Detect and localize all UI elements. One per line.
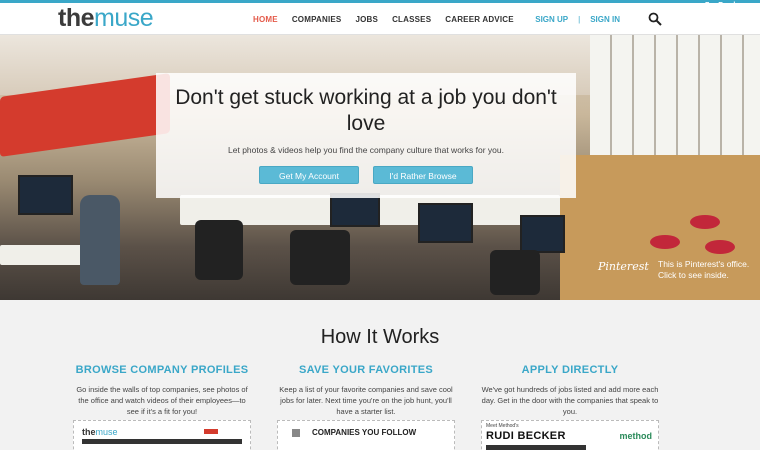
thumb-person-name: RUDI BECKER [486,430,566,442]
pinterest-logo: Pinterest [598,260,649,273]
rather-browse-button[interactable]: I'd Rather Browse [373,166,473,184]
hero-banner[interactable]: Don't get stuck working at a job you don… [0,35,760,300]
hero-bg-chair [195,220,243,280]
hero-bg-chair [290,230,350,285]
preview-profile-thumb: themuse [73,420,251,450]
site-logo[interactable]: themuse [58,4,154,32]
preview-apply-thumb: Meet Method's RUDI BECKER method [481,420,659,450]
get-my-account-button[interactable]: Get My Account [259,166,359,184]
feature-text: Keep a list of your favorite companies a… [279,385,453,416]
nav-home[interactable]: HOME [253,15,278,24]
feature-text: We've got hundreds of jobs listed and ad… [481,385,659,416]
hero-button-row: Get My Account I'd Rather Browse [156,166,576,184]
feature-heading: SAVE YOUR FAVORITES [298,364,434,376]
hero-bg-rug [705,240,735,254]
thumb-strip [486,445,586,450]
thumb-logo: themuse [82,427,118,437]
preview-favorites-thumb: COMPANIES YOU FOLLOW [277,420,455,450]
hero-overlay-card: Don't get stuck working at a job you don… [156,73,576,198]
hero-bg-monitor [418,203,473,243]
auth-separator: | [578,14,581,24]
hero-bg-monitor [330,193,380,227]
thumb-nav-bar [82,439,242,444]
hero-bg-monitor [18,175,73,215]
how-it-works-title: How It Works [320,326,440,348]
hero-bg-rug [650,235,680,249]
nav-career-advice[interactable]: CAREER ADVICE [445,15,514,24]
logo-the: the [58,4,95,32]
hero-headline: Don't get stuck working at a job you don… [175,86,557,135]
companies-you-follow-label: COMPANIES YOU FOLLOW [312,428,417,437]
thumb-meet-label: Meet Method's [486,423,519,429]
feature-save-favorites: SAVE YOUR FAVORITES Keep a list of your … [276,364,456,417]
thumb-brand-logo: method [619,431,653,441]
hero-bg-rug [690,215,720,229]
feature-text: Go inside the walls of top companies, se… [76,385,248,416]
heart-icon [292,429,300,437]
hero-bg-person [80,195,120,285]
nav-companies[interactable]: COMPANIES [292,15,342,24]
thumb-logo-the: the [82,427,96,437]
pinterest-caption[interactable]: This is Pinterest's office. Click to see… [658,259,758,281]
sign-up-link[interactable]: SIGN UP [535,15,568,24]
nav-jobs[interactable]: JOBS [355,15,378,24]
thumb-logo-muse: muse [95,427,118,437]
hero-bg-windows [590,35,760,175]
feature-heading: BROWSE COMPANY PROFILES [75,364,249,376]
thumb-red-button [204,429,218,434]
hero-bg-chair [490,250,540,295]
search-icon[interactable] [648,12,662,26]
hero-bg-monitor [520,215,565,253]
auth-links: SIGN UP | SIGN IN [535,3,620,35]
site-header: themuse HOME COMPANIES JOBS CLASSES CARE… [0,3,760,35]
nav-classes[interactable]: CLASSES [392,15,431,24]
sign-in-link[interactable]: SIGN IN [590,15,620,24]
feature-apply-directly: APPLY DIRECTLY We've got hundreds of job… [480,364,660,417]
hero-subtext: Let photos & videos help you find the co… [228,145,504,155]
feature-heading: APPLY DIRECTLY [521,364,619,376]
logo-muse: muse [94,4,154,32]
feature-browse-profiles: BROWSE COMPANY PROFILES Go inside the wa… [72,364,252,417]
main-nav: HOME COMPANIES JOBS CLASSES CAREER ADVIC… [253,3,528,35]
